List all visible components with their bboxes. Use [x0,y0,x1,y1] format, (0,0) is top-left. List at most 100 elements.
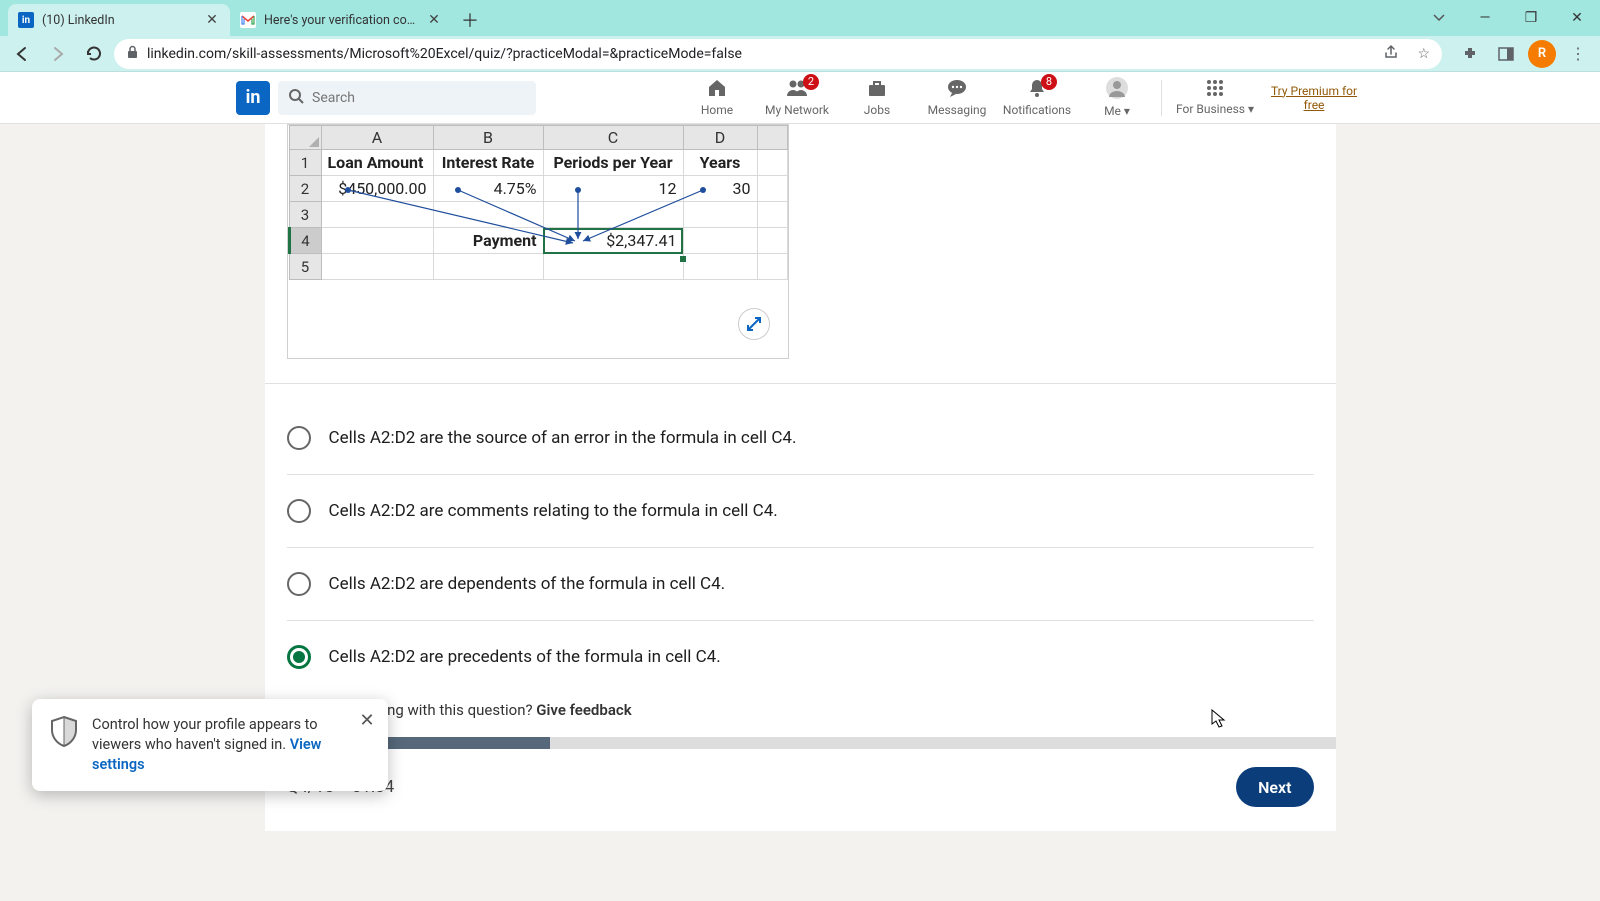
close-window-button[interactable]: ✕ [1554,0,1600,36]
cell: 30 [683,176,757,202]
answer-option[interactable]: Cells A2:D2 are the source of an error i… [287,402,1314,475]
profile-toast: Control how your profile appears to view… [32,699,388,791]
tab-close-icon[interactable]: ✕ [204,12,220,28]
maximize-button[interactable]: ❐ [1508,0,1554,36]
tab-close-icon[interactable]: ✕ [426,12,442,28]
address-bar[interactable]: linkedin.com/skill-assessments/Microsoft… [114,39,1442,69]
cell: 12 [543,176,683,202]
row-header: 2 [289,176,321,202]
linkedin-favicon: in [18,12,34,28]
progress-bar [265,737,1336,749]
next-button[interactable]: Next [1236,767,1313,807]
give-feedback-link[interactable]: Give feedback [536,701,631,719]
search-input[interactable] [312,90,526,106]
share-icon[interactable] [1383,44,1399,64]
extensions-icon[interactable] [1454,38,1486,70]
cell: $450,000.00 [321,176,433,202]
nav-items: Home 2 My Network Jobs Messaging 8 Notif… [677,72,1364,123]
question-image-wrap: A B C D 1 Loan Amount Interest Rate Peri… [265,124,1336,359]
home-icon [706,78,728,101]
minimize-button[interactable]: ― [1462,0,1508,36]
sheet-corner [289,126,321,150]
radio-icon [287,572,311,596]
avatar-icon [1106,77,1128,102]
row-header: 5 [289,254,321,280]
tab-label: Here's your verification code - ra [264,13,418,28]
answer-options: Cells A2:D2 are the source of an error i… [265,384,1336,697]
nav-business[interactable]: For Business ▾ [1166,72,1264,123]
cell: 4.75% [433,176,543,202]
lock-icon [126,45,139,63]
col-header: C [543,126,683,150]
radio-icon [287,645,311,669]
fill-handle [680,256,686,262]
cell-selected: $2,347.41 [543,228,683,254]
badge: 8 [1041,74,1057,90]
linkedin-topnav: in Home 2 My Network Jobs Messaging [0,72,1600,124]
forward-button[interactable] [42,38,74,70]
nav-jobs[interactable]: Jobs [837,72,917,123]
question-image: A B C D 1 Loan Amount Interest Rate Peri… [287,124,789,359]
network-icon: 2 [785,78,809,101]
url-text: linkedin.com/skill-assessments/Microsoft… [147,46,742,62]
expand-image-button[interactable] [738,308,770,340]
radio-icon [287,426,311,450]
premium-link[interactable]: Try Premium for free [1264,84,1364,112]
shield-icon [50,715,78,747]
cell: Interest Rate [433,150,543,176]
browser-titlebar: in (10) LinkedIn ✕ Here's your verificat… [0,0,1600,36]
messaging-icon [946,78,968,101]
badge: 2 [803,74,819,90]
cell: Periods per Year [543,150,683,176]
profile-avatar[interactable]: R [1526,38,1558,70]
linkedin-logo[interactable]: in [236,81,270,115]
nav-home[interactable]: Home [677,72,757,123]
back-button[interactable] [6,38,38,70]
reload-button[interactable] [78,38,110,70]
toast-message: Control how your profile appears to view… [92,715,370,775]
option-text: Cells A2:D2 are the source of an error i… [329,428,797,448]
toast-close-button[interactable]: ✕ [356,709,378,731]
jobs-icon [866,78,888,101]
toolbar-right: R ⋮ [1454,38,1594,70]
col-header: D [683,126,757,150]
row-header: 4 [289,228,321,254]
quiz-footer: Q4/15 01:04 Next [265,749,1336,831]
quiz-container: A B C D 1 Loan Amount Interest Rate Peri… [265,124,1336,831]
bookmark-icon[interactable]: ☆ [1417,46,1430,62]
feedback-row: Something wrong with this question? Give… [265,697,1336,737]
answer-option-selected[interactable]: Cells A2:D2 are precedents of the formul… [287,621,1314,697]
answer-option[interactable]: Cells A2:D2 are comments relating to the… [287,475,1314,548]
option-text: Cells A2:D2 are comments relating to the… [329,501,778,521]
window-controls: ― ❐ ✕ [1416,0,1600,36]
nav-mynetwork[interactable]: 2 My Network [757,72,837,123]
linkedin-search[interactable] [278,81,536,115]
bell-icon: 8 [1027,78,1047,101]
nav-messaging[interactable]: Messaging [917,72,997,123]
option-text: Cells A2:D2 are precedents of the formul… [329,647,721,667]
answer-option[interactable]: Cells A2:D2 are dependents of the formul… [287,548,1314,621]
menu-icon[interactable]: ⋮ [1562,38,1594,70]
gmail-favicon [240,12,256,28]
row-header: 1 [289,150,321,176]
cell: Payment [433,228,543,254]
cell: Years [683,150,757,176]
nav-notifications[interactable]: 8 Notifications [997,72,1077,123]
nav-me[interactable]: Me ▾ [1077,72,1157,123]
sidepanel-icon[interactable] [1490,38,1522,70]
col-header [757,126,787,150]
col-header: B [433,126,543,150]
tab-label: (10) LinkedIn [42,13,196,28]
col-header: A [321,126,433,150]
option-text: Cells A2:D2 are dependents of the formul… [329,574,726,594]
nav-separator [1161,80,1162,116]
new-tab-button[interactable]: ＋ [456,6,484,34]
cell: Loan Amount [321,150,433,176]
grid-icon [1206,79,1224,100]
tab-search-icon[interactable] [1416,0,1462,36]
row-header: 3 [289,202,321,228]
browser-toolbar: linkedin.com/skill-assessments/Microsoft… [0,36,1600,72]
browser-tab[interactable]: Here's your verification code - ra ✕ [230,4,452,36]
browser-tab-active[interactable]: in (10) LinkedIn ✕ [8,4,230,36]
radio-icon [287,499,311,523]
